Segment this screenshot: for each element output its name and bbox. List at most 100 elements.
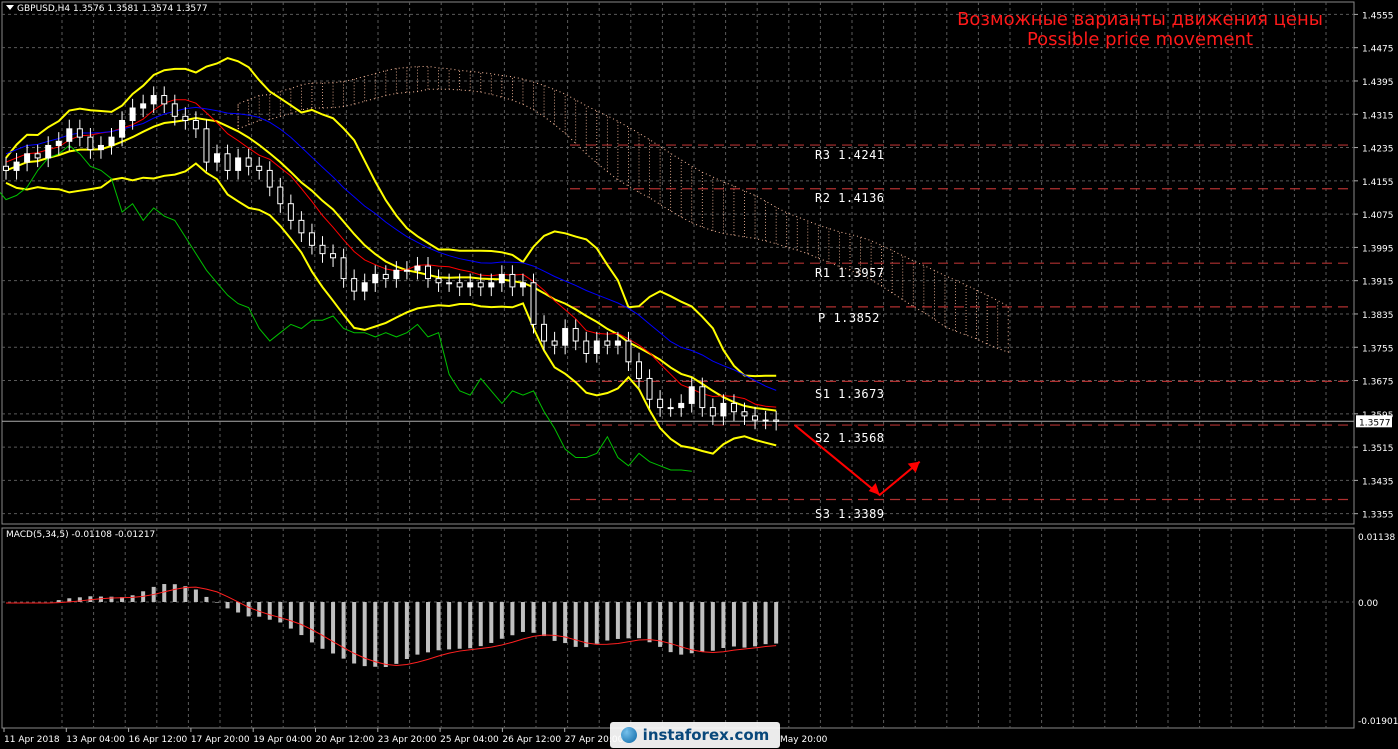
- candle-body: [171, 103, 178, 117]
- macd-histogram: [6, 584, 779, 667]
- pivot-levels: [2, 144, 1354, 501]
- candle-body: [203, 128, 210, 163]
- price-tick-label: 1.4075: [1362, 211, 1394, 221]
- candle-body: [372, 273, 379, 284]
- candle-body: [319, 244, 326, 255]
- time-tick-label: 11 Apr 2018: [4, 735, 60, 745]
- candle-body: [119, 119, 126, 138]
- candle-body: [773, 419, 780, 422]
- candle-body: [435, 278, 442, 284]
- price-tick-label: 1.4155: [1362, 178, 1394, 188]
- candle-body: [709, 407, 716, 417]
- candle-body: [688, 386, 695, 404]
- candle-body: [245, 157, 252, 167]
- price-tick-label: 1.3355: [1362, 511, 1394, 521]
- title-en: Possible price movement: [1026, 29, 1254, 50]
- candle-body: [646, 377, 653, 400]
- macd-frame: [1, 527, 1355, 729]
- candle-body: [24, 153, 31, 163]
- candle-body: [403, 269, 410, 272]
- candle-body: [277, 186, 284, 205]
- macd-scale-label: -0.01901: [1358, 717, 1398, 727]
- candle-body: [330, 253, 337, 259]
- price-tick-label: 1.3755: [1362, 344, 1394, 354]
- candle-body: [351, 278, 358, 292]
- candle-body: [572, 328, 579, 342]
- price-tick-label: 1.3995: [1362, 244, 1394, 254]
- candle-body: [55, 140, 62, 146]
- candle-body: [393, 269, 400, 280]
- candle-body: [361, 282, 368, 292]
- candle-body: [97, 144, 104, 151]
- candle-body: [182, 115, 189, 121]
- bollinger-upper: [5, 57, 777, 378]
- time-tick-label: 19 Apr 04:00: [253, 735, 312, 745]
- level-label-s1: S1 1.3673: [815, 387, 885, 401]
- time-tick-label: May 20:00: [780, 735, 828, 745]
- candle-body: [498, 273, 505, 284]
- candle-body: [741, 411, 748, 417]
- candlesticks: [3, 86, 780, 431]
- level-label-s3: S3 1.3389: [815, 507, 885, 521]
- price-chart[interactable]: 1.4555 1.4475 1.4395 1.4315 1.4235 1.4155 1.40…: [0, 0, 1398, 749]
- time-tick-label: 25 Apr 04:00: [440, 735, 499, 745]
- candle-body: [720, 402, 727, 417]
- time-tick-label: 26 Apr 12:00: [502, 735, 561, 745]
- candle-body: [108, 136, 115, 146]
- level-label-s2: S2 1.3568: [815, 431, 885, 445]
- candle-body: [256, 165, 263, 171]
- candle-body: [667, 407, 674, 410]
- last-price-label: 1.3577: [1359, 418, 1391, 428]
- macd-scale-label: 0.00: [1358, 599, 1378, 609]
- instaforex-logo-icon: [620, 727, 637, 743]
- level-label-p: P 1.3852: [818, 311, 880, 325]
- cloud-outline: [237, 65, 1009, 353]
- candle-body: [266, 169, 273, 188]
- candle-body: [604, 340, 611, 346]
- ohlc-label: 1.3576 1.3581 1.3574 1.3577: [73, 4, 208, 14]
- candle-body: [678, 402, 685, 409]
- symbol-label: GBPUSD,H4: [17, 4, 71, 14]
- chart-title: Возможные варианты движения цены Possibl…: [935, 10, 1345, 50]
- candle-body: [66, 128, 73, 142]
- candle-body: [519, 282, 526, 288]
- watermark: instaforex.com: [610, 722, 780, 748]
- candle-body: [477, 282, 484, 288]
- candle-body: [87, 136, 94, 151]
- bollinger-middle: [5, 116, 777, 412]
- candle-body: [140, 103, 147, 109]
- dropdown-icon[interactable]: [6, 5, 14, 10]
- candle-body: [614, 340, 621, 346]
- candle-body: [76, 128, 83, 138]
- macd-scale-label: 0.01138: [1358, 533, 1395, 543]
- candle-body: [730, 402, 737, 413]
- candle-body: [34, 153, 41, 159]
- candle-body: [593, 340, 600, 354]
- candle-body: [224, 153, 231, 171]
- candle-body: [551, 340, 558, 346]
- candle-body: [308, 232, 315, 246]
- candle-body: [488, 282, 495, 288]
- price-tick-label: 1.3915: [1362, 278, 1394, 288]
- level-label-r2: R2 1.4136: [815, 191, 885, 205]
- watermark-text: instaforex.com: [642, 726, 770, 744]
- candle-body: [192, 119, 199, 130]
- price-tick-label: 1.3515: [1362, 444, 1394, 454]
- level-label-r1: R1 1.3957: [815, 266, 885, 280]
- chart-header[interactable]: GBPUSD,H4 1.3576 1.3581 1.3574 1.3577: [6, 4, 208, 14]
- candle-body: [456, 282, 463, 288]
- price-tick-label: 1.4235: [1362, 145, 1394, 155]
- candle-body: [657, 398, 664, 409]
- time-tick-label: 20 Apr 12:00: [316, 735, 375, 745]
- candle-body: [762, 419, 769, 422]
- price-tick-label: 1.3675: [1362, 378, 1394, 388]
- candle-body: [161, 95, 168, 105]
- tenkan-line: [5, 106, 777, 391]
- title-ru: Возможные варианты движения цены: [957, 9, 1323, 30]
- candle-body: [298, 219, 305, 234]
- candle-body: [636, 361, 642, 379]
- candle-body: [414, 265, 421, 271]
- candle-body: [467, 282, 474, 288]
- time-tick-label: 16 Apr 12:00: [129, 735, 188, 745]
- candle-body: [699, 386, 706, 409]
